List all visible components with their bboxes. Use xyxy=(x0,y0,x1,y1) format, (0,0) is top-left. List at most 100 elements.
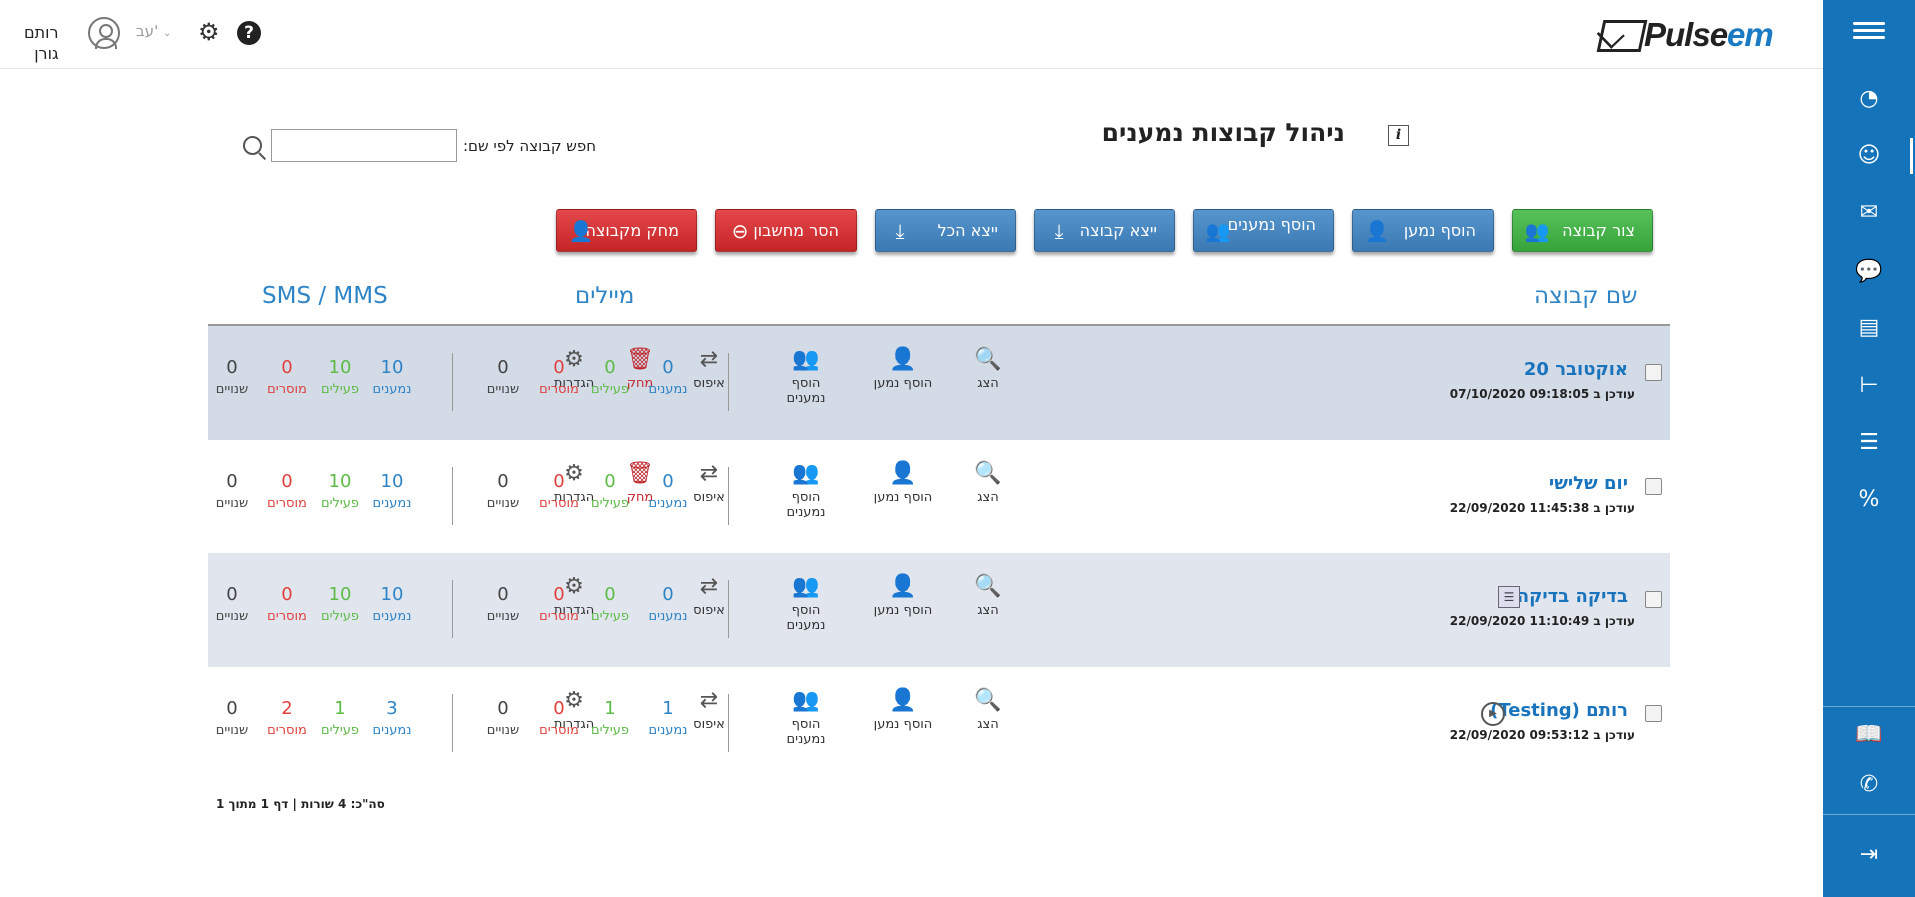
user-name[interactable]: רותם גורן xyxy=(24,22,59,64)
sms-chat-icon[interactable]: 💬 xyxy=(1854,257,1884,287)
delete-group-button[interactable]: מחק מקבוצה 👤 xyxy=(556,209,697,252)
pulseem-logo[interactable]: Pulseem xyxy=(1596,16,1780,56)
group-search-input[interactable] xyxy=(271,129,457,162)
row-add-recipient-button[interactable]: 👤 הוסף נמען xyxy=(868,460,938,505)
guide-book-icon[interactable]: 📖 xyxy=(1854,720,1884,750)
group-updated: עודכן ב 09:53:12 22/09/2020 xyxy=(1449,728,1635,742)
row-add-recipient-button[interactable]: 👤 הוסף נמען xyxy=(868,687,938,732)
magnifier-icon: 🔍 xyxy=(974,347,1002,372)
sms-stat-removed: 0 מוסרים xyxy=(267,357,307,397)
email-stat-changes: 0 שנויים xyxy=(486,471,520,511)
phone-icon[interactable]: ✆ xyxy=(1854,770,1884,800)
automation-play-icon: ▶ xyxy=(1481,702,1505,726)
add_recipient-label: הוסף נמען xyxy=(873,717,933,732)
email-envelope-icon[interactable]: ✉ xyxy=(1854,198,1884,228)
show-label: הצג xyxy=(977,603,999,618)
app-root: רותם גורן עב' ⌄ ⚙ ? Pulseem ◔ ☺ ✉ 💬 ▤ ⊢ … xyxy=(0,0,1915,897)
sidebar-active-indicator xyxy=(1910,138,1913,174)
column-divider xyxy=(728,694,729,752)
column-header-emails: מיילים xyxy=(575,283,635,309)
sidebar-divider xyxy=(1823,706,1915,707)
show-button[interactable]: 🔍 הצג xyxy=(953,573,1023,618)
settings-gear-icon[interactable]: ⚙ xyxy=(198,20,220,44)
group-name-link[interactable]: רותם (Testing) xyxy=(1490,700,1628,721)
add_recipients-label: הוסף נמענים xyxy=(786,603,826,633)
export-all-button[interactable]: ייצא הכל ⤓ xyxy=(875,209,1016,252)
sms-stat-active: 1 פעילים xyxy=(320,698,360,738)
group-icon: 👥 xyxy=(1524,219,1550,243)
group-updated: עודכן ב 11:10:49 22/09/2020 xyxy=(1449,614,1635,628)
sms-stat-active: 10 פעילים xyxy=(320,471,360,511)
group-name-link[interactable]: יום שלישי xyxy=(1549,473,1628,494)
group-name-link[interactable]: בדיקה בדיקה xyxy=(1517,586,1628,607)
column-divider xyxy=(728,467,729,525)
column-divider xyxy=(728,353,729,411)
dashboard-speedometer-icon[interactable]: ◔ xyxy=(1854,84,1884,114)
email-stat-changes: 0 שנויים xyxy=(486,698,520,738)
automation-flow-icon[interactable]: ⊢ xyxy=(1854,371,1884,401)
magnifier-icon: 🔍 xyxy=(974,574,1002,599)
add_recipient-label: הוסף נמען xyxy=(873,376,933,391)
show-button[interactable]: 🔍 הצג xyxy=(953,460,1023,505)
sms-stat-changes: 0 שנויים xyxy=(215,471,249,511)
row-add-recipients-button[interactable]: 👥 הוסף נמענים xyxy=(771,687,841,747)
language-selector[interactable]: עב' ⌄ xyxy=(136,22,171,40)
groups-users-icon[interactable]: ☺ xyxy=(1854,141,1884,171)
sms-stat-changes: 0 שנויים xyxy=(215,584,249,624)
sms-stat-active: 10 פעילים xyxy=(320,357,360,397)
table-row: אוקטובר 20 עודכן ב 09:18:05 07/10/2020 🔍 … xyxy=(208,326,1670,440)
column-divider xyxy=(452,694,453,752)
row-add-recipients-button[interactable]: 👥 הוסף נמענים xyxy=(771,573,841,633)
remove-from-account-button[interactable]: הסר מחשבון ⊖ xyxy=(715,209,857,252)
page-title: ניהול קבוצות נמענים xyxy=(1101,118,1345,147)
remove-user-icon: 👤 xyxy=(568,219,594,243)
column-header-group-name[interactable]: שם קבוצה xyxy=(1534,283,1637,309)
show-button[interactable]: 🔍 הצג xyxy=(953,346,1023,391)
export-group-button[interactable]: ייצא קבוצה ⤓ xyxy=(1034,209,1175,252)
reset-label: איפוס xyxy=(693,717,725,732)
row-add-recipients-button[interactable]: 👥 הוסף נמענים xyxy=(771,460,841,520)
landing-page-icon[interactable]: ▤ xyxy=(1854,313,1884,343)
add_recipient-label: הוסף נמען xyxy=(873,603,933,618)
email-stat-recipients: 0 נמענים xyxy=(648,471,688,511)
search-label: חפש קבוצה לפי שם: xyxy=(463,137,597,155)
logout-icon[interactable]: ⇥ xyxy=(1854,840,1884,870)
form-list-icon: ☰ xyxy=(1498,586,1520,608)
create-group-button[interactable]: צור קבוצה 👥 xyxy=(1512,209,1653,252)
sms-stat-changes: 0 שנויים xyxy=(215,698,249,738)
minus-circle-icon: ⊖ xyxy=(731,219,749,243)
search-icon[interactable] xyxy=(243,136,262,155)
row-add-recipient-button[interactable]: 👤 הוסף נמען xyxy=(868,346,938,391)
row-checkbox[interactable] xyxy=(1645,478,1662,495)
row-checkbox[interactable] xyxy=(1645,591,1662,608)
column-header-sms: SMS / MMS xyxy=(262,283,388,309)
add-recipient-button[interactable]: הוסף נמען 👤 xyxy=(1352,209,1494,252)
column-divider xyxy=(452,580,453,638)
top-bar: רותם גורן עב' ⌄ ⚙ ? Pulseem xyxy=(0,0,1823,69)
reports-percent-icon[interactable]: % xyxy=(1854,485,1884,515)
row-checkbox[interactable] xyxy=(1645,364,1662,381)
user-avatar-icon[interactable] xyxy=(88,17,120,49)
language-label: עב' xyxy=(136,22,159,40)
sms-stat-removed: 0 מוסרים xyxy=(267,584,307,624)
column-divider xyxy=(728,580,729,638)
row-add-recipients-button[interactable]: 👥 הוסף נמענים xyxy=(771,346,841,406)
menu-hamburger-icon[interactable] xyxy=(1853,22,1885,40)
email-stat-changes: 0 שנויים xyxy=(486,357,520,397)
sms-stat-recipients: 10 נמענים xyxy=(372,357,412,397)
group-name-link[interactable]: אוקטובר 20 xyxy=(1524,359,1628,380)
table-row: יום שלישי עודכן ב 11:45:38 22/09/2020 🔍 ה… xyxy=(208,440,1670,554)
show-button[interactable]: 🔍 הצג xyxy=(953,687,1023,732)
row-checkbox[interactable] xyxy=(1645,705,1662,722)
table-row: רותם (Testing) עודכן ב 09:53:12 22/09/202… xyxy=(208,667,1670,781)
row-add-recipient-button[interactable]: 👤 הוסף נמען xyxy=(868,573,938,618)
add-recipients-button[interactable]: הוסף נמענים 👥 xyxy=(1193,209,1334,252)
group-updated: עודכן ב 11:45:38 22/09/2020 xyxy=(1449,501,1635,515)
column-divider xyxy=(452,353,453,411)
help-icon[interactable]: ? xyxy=(237,21,261,45)
email-stat-changes: 0 שנויים xyxy=(486,584,520,624)
forms-icon[interactable]: ☰ xyxy=(1854,428,1884,458)
email-stat-removed: 0 מוסרים xyxy=(539,357,579,397)
info-icon[interactable]: i xyxy=(1388,125,1409,146)
add_recipients-label: הוסף נמענים xyxy=(786,376,826,406)
